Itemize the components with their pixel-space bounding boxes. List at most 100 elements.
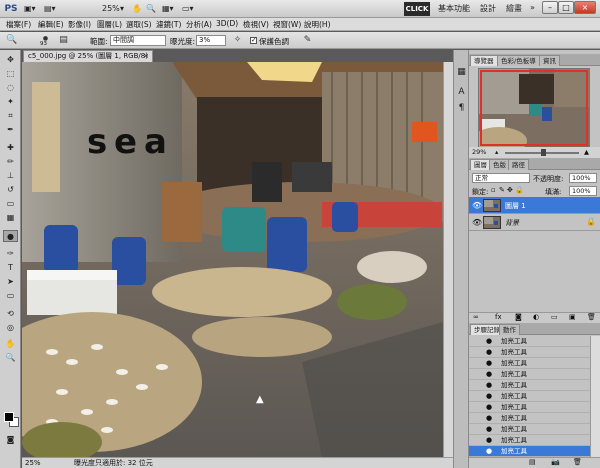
arrange-documents-icon[interactable]: ▦▾ bbox=[162, 3, 174, 15]
quick-select-tool-icon[interactable]: ✦ bbox=[3, 96, 18, 108]
foreground-color-swatch[interactable] bbox=[4, 412, 14, 422]
navigator-view-box[interactable] bbox=[480, 70, 588, 146]
tab-paths[interactable]: 路徑 bbox=[508, 159, 529, 170]
new-document-from-state-icon[interactable]: ▤ bbox=[529, 458, 536, 466]
close-document-icon[interactable]: × bbox=[143, 51, 149, 62]
history-item[interactable]: ● 加亮工具 bbox=[469, 336, 590, 347]
opacity-input[interactable]: 100% bbox=[569, 173, 597, 183]
workspace-more-icon[interactable]: » bbox=[530, 3, 535, 12]
menu-filter[interactable]: 濾鏡(T) bbox=[156, 19, 181, 30]
history-item[interactable]: ● 加亮工具 bbox=[469, 369, 590, 380]
spot-healing-tool-icon[interactable]: ✚ bbox=[3, 142, 18, 154]
link-layers-icon[interactable]: ∞ bbox=[473, 313, 479, 321]
zoom-tool-icon[interactable]: 🔍 bbox=[146, 3, 156, 15]
menu-analysis[interactable]: 分析(A) bbox=[186, 19, 212, 30]
3d-orbit-tool-icon[interactable]: ◎ bbox=[3, 322, 18, 334]
document-vertical-scrollbar[interactable] bbox=[443, 62, 453, 457]
history-item[interactable]: ● 加亮工具 bbox=[469, 435, 590, 446]
lock-all-icon[interactable]: 🔒 bbox=[515, 186, 524, 194]
path-selection-tool-icon[interactable]: ➤ bbox=[3, 276, 18, 288]
pressure-size-icon[interactable]: ✎ bbox=[302, 35, 313, 46]
lasso-tool-icon[interactable]: ◌ bbox=[3, 82, 18, 94]
history-item[interactable]: ● 加亮工具 bbox=[469, 358, 590, 369]
eyedropper-tool-icon[interactable]: ✒ bbox=[3, 124, 18, 136]
adjustment-layer-icon[interactable]: ◐ bbox=[533, 313, 539, 321]
screen-mode-icon[interactable]: ▭▾ bbox=[182, 3, 194, 15]
new-group-icon[interactable]: ▭ bbox=[551, 313, 558, 321]
brush-tool-icon[interactable]: ✏ bbox=[3, 156, 18, 168]
workspace-painting[interactable]: 繪畫 bbox=[506, 3, 522, 14]
lock-transparency-icon[interactable]: ▫ bbox=[491, 186, 496, 194]
document-canvas[interactable]: s e a ▲ bbox=[22, 62, 443, 457]
lock-pixels-icon[interactable]: ✎ bbox=[499, 186, 505, 194]
exposure-input[interactable]: 3% bbox=[196, 35, 226, 46]
menu-file[interactable]: 檔案(F) bbox=[6, 19, 31, 30]
menu-help[interactable]: 說明(H) bbox=[304, 19, 331, 30]
launch-minibridge-icon[interactable]: ▤▾ bbox=[44, 3, 56, 15]
minimize-button[interactable]: – bbox=[542, 1, 558, 14]
tab-layers[interactable]: 圖層 bbox=[470, 159, 491, 170]
gradient-tool-icon[interactable]: ▦ bbox=[3, 212, 18, 224]
hand-tool-icon[interactable]: ✋ bbox=[3, 338, 18, 350]
add-mask-icon[interactable]: ◙ bbox=[515, 313, 522, 321]
workspace-design[interactable]: 設計 bbox=[480, 3, 496, 14]
3d-rotate-tool-icon[interactable]: ⟲ bbox=[3, 308, 18, 320]
zoom-out-icon[interactable]: ▴ bbox=[495, 147, 498, 158]
zoom-level[interactable]: 25% bbox=[102, 3, 120, 15]
tab-actions[interactable]: 動作 bbox=[499, 324, 520, 335]
history-item[interactable]: ● 加亮工具 bbox=[469, 347, 590, 358]
pen-tool-icon[interactable]: ✑ bbox=[3, 248, 18, 260]
delete-state-icon[interactable]: 🗑 bbox=[573, 458, 582, 466]
snapshot-icon[interactable]: 📷 bbox=[551, 458, 560, 466]
tab-info[interactable]: 資訊 bbox=[539, 55, 560, 66]
quick-mask-icon[interactable]: ◙ bbox=[3, 434, 18, 446]
launch-bridge-icon[interactable]: ▣▾ bbox=[24, 3, 36, 15]
document-tab[interactable]: c5_000.jpg @ 25% (圖層 1, RGB/8) * × bbox=[23, 50, 153, 71]
history-brush-tool-icon[interactable]: ↺ bbox=[3, 184, 18, 196]
dodge-tool-preset-icon[interactable]: 🔍 bbox=[6, 35, 17, 46]
history-scrollbar[interactable] bbox=[590, 336, 600, 457]
close-button[interactable]: × bbox=[574, 1, 596, 14]
hand-tool-icon[interactable]: ✋ bbox=[132, 3, 142, 15]
menu-edit[interactable]: 編輯(E) bbox=[38, 19, 64, 30]
clone-stamp-tool-icon[interactable]: ⊥ bbox=[3, 170, 18, 182]
zoom-tool-icon[interactable]: 🔍 bbox=[3, 352, 18, 364]
tab-channels[interactable]: 色版 bbox=[489, 159, 510, 170]
menu-select[interactable]: 選取(S) bbox=[126, 19, 152, 30]
layer-row-background[interactable]: 👁 背景 🔒 bbox=[469, 214, 600, 231]
menu-view[interactable]: 檢視(V) bbox=[243, 19, 269, 30]
tool-presets-icon[interactable]: ▦ bbox=[456, 66, 467, 79]
click-button[interactable]: CLICK bbox=[404, 2, 430, 16]
history-item[interactable]: ● 加亮工具 bbox=[469, 424, 590, 435]
layer-visibility-eye-icon[interactable]: 👁 bbox=[472, 201, 482, 210]
navigator-thumbnail[interactable] bbox=[478, 68, 590, 148]
new-layer-icon[interactable]: ▣ bbox=[569, 313, 576, 321]
tab-color-swatches[interactable]: 色彩/色板導 bbox=[497, 55, 540, 66]
zoom-dropdown-icon[interactable]: ▾ bbox=[120, 3, 124, 15]
protect-tones-checkbox[interactable]: ✓ bbox=[250, 37, 257, 44]
history-item[interactable]: ● 加亮工具 bbox=[469, 380, 590, 391]
dodge-tool-icon[interactable]: ● bbox=[3, 230, 18, 242]
history-item[interactable]: ● 加亮工具 bbox=[469, 391, 590, 402]
eraser-tool-icon[interactable]: ▭ bbox=[3, 198, 18, 210]
move-tool-icon[interactable]: ✥ bbox=[3, 54, 18, 66]
menu-image[interactable]: 影像(I) bbox=[68, 19, 91, 30]
airbrush-icon[interactable]: ✧ bbox=[232, 35, 243, 46]
workspace-essentials[interactable]: 基本功能 bbox=[438, 3, 470, 14]
menu-window[interactable]: 視窗(W) bbox=[273, 19, 301, 30]
history-item[interactable]: ● 加亮工具 bbox=[469, 402, 590, 413]
maximize-button[interactable]: □ bbox=[558, 1, 574, 14]
menu-3d[interactable]: 3D(D) bbox=[216, 19, 238, 28]
blend-mode-select[interactable]: 正常 bbox=[472, 173, 530, 183]
navigator-zoom[interactable]: 29% bbox=[472, 147, 486, 158]
status-zoom[interactable]: 25% bbox=[25, 458, 41, 468]
history-item[interactable]: ● 加亮工具 bbox=[469, 446, 590, 457]
crop-tool-icon[interactable]: ⌗ bbox=[3, 110, 18, 122]
type-tool-icon[interactable]: T bbox=[3, 262, 18, 274]
menu-layer[interactable]: 圖層(L) bbox=[97, 19, 122, 30]
delete-layer-icon[interactable]: 🗑 bbox=[587, 313, 596, 321]
lock-position-icon[interactable]: ✥ bbox=[507, 186, 513, 194]
marquee-tool-icon[interactable]: ⬚ bbox=[3, 68, 18, 80]
tab-navigator[interactable]: 導覽器 bbox=[470, 55, 498, 66]
shape-tool-icon[interactable]: ▭ bbox=[3, 290, 18, 302]
